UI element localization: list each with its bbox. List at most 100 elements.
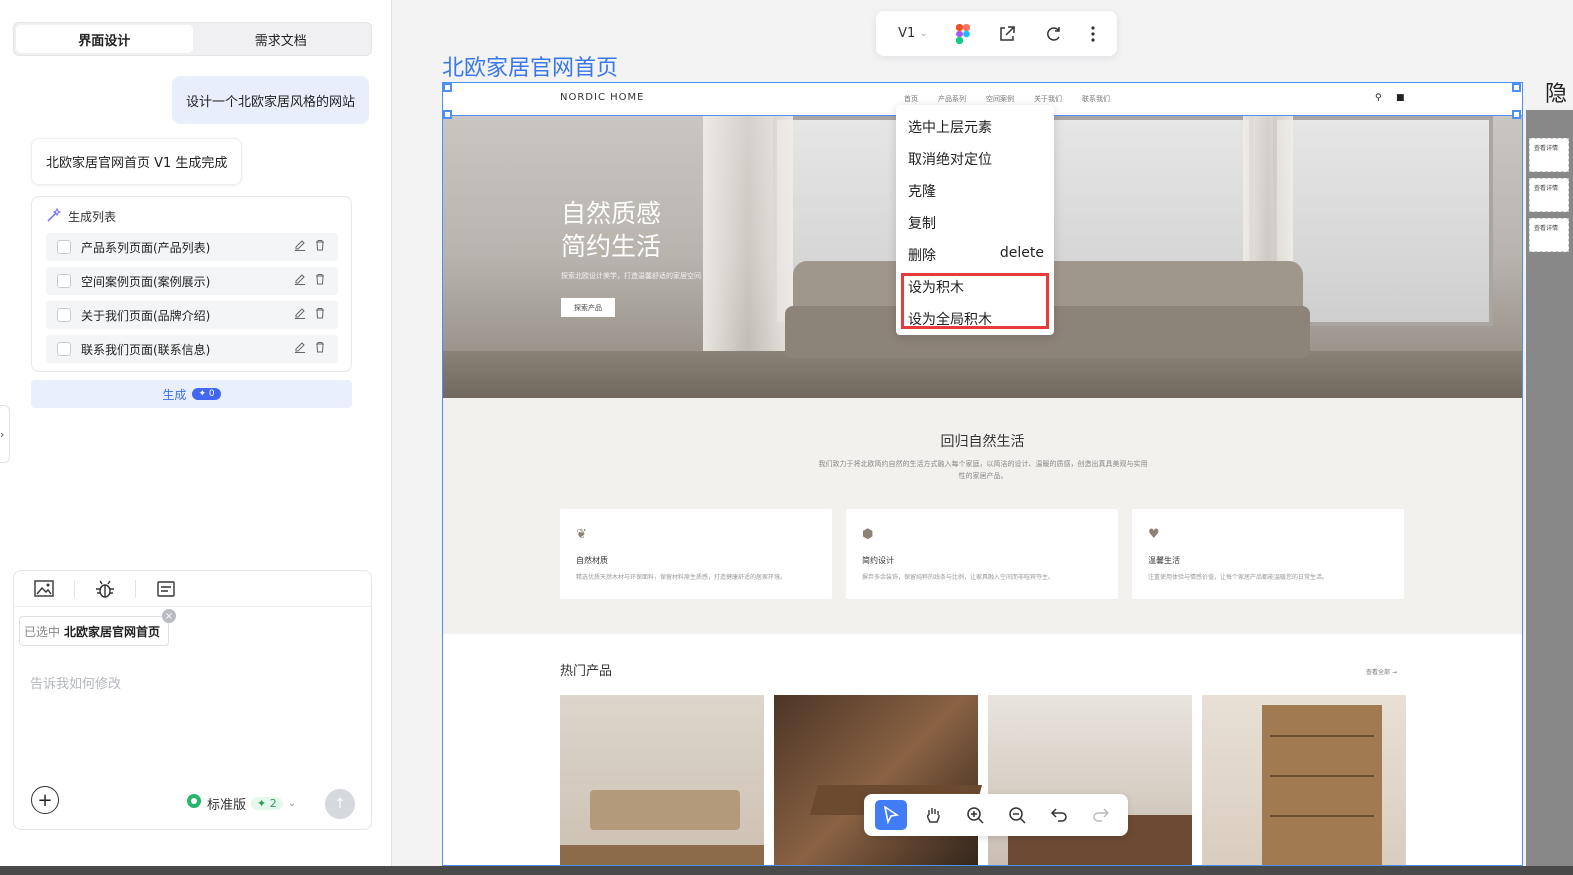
toolbar-divider	[135, 579, 136, 598]
model-version-selector[interactable]: 标准版 ✦ 2 ⌄	[186, 793, 296, 813]
menu-item-delete[interactable]: 删除 delete	[908, 245, 1044, 265]
hero-window-image	[1273, 116, 1493, 326]
feature-desc: 摒弃多余装饰，保留纯粹的线条与比例，让家具融入空间而非喧宾夺主。	[862, 574, 1055, 581]
search-icon[interactable]: ⚲	[1375, 93, 1382, 103]
heart-icon: ♥	[1148, 527, 1160, 542]
checkbox[interactable]	[57, 308, 71, 322]
select-tool-button[interactable]	[875, 800, 907, 830]
zoom-out-button[interactable]	[1001, 800, 1033, 830]
list-item-label: 联系我们页面(联系信息)	[81, 342, 211, 357]
send-button[interactable]: ↑	[325, 789, 355, 819]
preview-card[interactable]: 查看详情	[1529, 178, 1569, 212]
hide-toggle[interactable]: 隐	[1545, 76, 1567, 108]
view-all-link[interactable]: 查看全部 →	[1366, 667, 1397, 676]
document-list-icon[interactable]	[150, 576, 182, 602]
site-nav-links: 首页 产品系列 空间案例 关于我们 联系我们	[904, 94, 1110, 104]
hand-tool-button[interactable]	[917, 800, 949, 830]
redo-button[interactable]	[1085, 800, 1117, 830]
explore-products-button[interactable]: 探索产品	[561, 298, 615, 317]
list-item-label: 空间案例页面(案例展示)	[81, 274, 211, 289]
nav-link[interactable]: 关于我们	[1034, 94, 1062, 104]
tab-requirements-doc[interactable]: 需求文档	[193, 25, 370, 53]
bug-icon[interactable]	[89, 576, 121, 602]
edit-icon[interactable]	[294, 239, 306, 254]
nav-link[interactable]: 联系我们	[1082, 94, 1110, 104]
figma-icon[interactable]	[955, 23, 970, 44]
refresh-icon[interactable]	[1045, 25, 1063, 43]
feature-title: 自然材质	[576, 556, 608, 565]
shelf-line	[1270, 735, 1374, 737]
generation-list: 生成列表 产品系列页面(产品列表) 空间案例页面(案例展示) 关于我们页面(品牌…	[31, 196, 352, 372]
model-logo-icon	[186, 793, 202, 813]
checkbox[interactable]	[57, 240, 71, 254]
edit-icon[interactable]	[294, 307, 306, 322]
list-item-label: 关于我们页面(品牌介绍)	[81, 308, 211, 323]
panel-tabs: 界面设计 需求文档	[13, 22, 372, 56]
edit-icon[interactable]	[294, 273, 306, 288]
tab-ui-design[interactable]: 界面设计	[16, 25, 193, 53]
feature-title: 温馨生活	[1148, 556, 1180, 565]
cube-icon: ⬢	[862, 527, 874, 542]
resize-handle[interactable]	[443, 110, 452, 119]
arrow-up-icon: ↑	[334, 796, 346, 812]
nav-link[interactable]: 空间案例	[986, 94, 1014, 104]
more-icon[interactable]	[1091, 25, 1095, 42]
resize-handle[interactable]	[1512, 83, 1521, 92]
list-item-label: 产品系列页面(产品列表)	[81, 240, 211, 255]
menu-item-clone[interactable]: 克隆	[908, 181, 1044, 201]
preview-card[interactable]: 查看详情	[1529, 218, 1569, 252]
remove-chip-button[interactable]: ×	[162, 609, 176, 623]
version-dropdown[interactable]: V1 ⌄	[898, 26, 928, 41]
resize-handle[interactable]	[1512, 110, 1521, 119]
composer-toolbar	[14, 571, 371, 607]
list-item: 联系我们页面(联系信息)	[46, 335, 338, 363]
product-image-bed[interactable]	[988, 695, 1192, 865]
preview-card[interactable]: 查看详情	[1529, 138, 1569, 172]
values-description: 我们致力于将北欧简约自然的生活方式融入每个家庭，以简洁的设计、温暖的质感，创造出…	[818, 460, 1148, 480]
checkbox[interactable]	[57, 274, 71, 288]
site-brand: NORDIC HOME	[560, 92, 645, 103]
selected-element-chip: 已选中 北欧家居官网首页	[19, 616, 170, 646]
trash-icon[interactable]	[314, 239, 326, 254]
values-title: 回归自然生活	[940, 434, 1025, 450]
cart-icon[interactable]: ■	[1396, 93, 1405, 103]
undo-button[interactable]	[1043, 800, 1075, 830]
credit-badge: ✦ 0	[192, 388, 221, 400]
model-version-label: 标准版	[207, 797, 247, 813]
shelf-shape	[1262, 705, 1382, 865]
trash-icon[interactable]	[314, 307, 326, 322]
redo-icon	[1093, 808, 1110, 822]
list-item: 空间案例页面(案例展示)	[46, 267, 338, 295]
trash-icon[interactable]	[314, 341, 326, 356]
nav-link[interactable]: 产品系列	[938, 94, 966, 104]
menu-item-select-parent[interactable]: 选中上层元素	[908, 117, 1044, 137]
collapse-handle[interactable]: ›	[0, 405, 10, 463]
values-section: 回归自然生活 我们致力于将北欧简约自然的生活方式融入每个家庭，以简洁的设计、温暖…	[443, 398, 1522, 634]
bot-message: 北欧家居官网首页 V1 生成完成	[31, 138, 243, 185]
zoom-in-button[interactable]	[959, 800, 991, 830]
prompt-input[interactable]: 告诉我如何修改	[30, 673, 121, 692]
resize-handle[interactable]	[443, 83, 452, 92]
generate-button[interactable]: 生成 ✦ 0	[31, 380, 352, 408]
feature-card: ❦ 自然材质 精选优质天然木材与环保面料，保留材料原生质感，打造健康舒适的居家环…	[560, 509, 832, 599]
hand-icon	[926, 808, 940, 823]
page-title[interactable]: 北欧家居官网首页	[442, 50, 618, 82]
undo-icon	[1050, 808, 1067, 822]
product-image-table[interactable]	[774, 695, 983, 865]
trash-icon[interactable]	[314, 273, 326, 288]
nav-link[interactable]: 首页	[904, 94, 918, 104]
edit-icon[interactable]	[294, 341, 306, 356]
product-image-sofa[interactable]	[560, 695, 764, 865]
checkbox[interactable]	[57, 342, 71, 356]
menu-item-cancel-absolute[interactable]: 取消绝对定位	[908, 149, 1044, 169]
chevron-right-icon: ›	[0, 427, 5, 441]
menu-item-copy[interactable]: 复制	[908, 213, 1044, 233]
composer: 已选中 北欧家居官网首页 × 告诉我如何修改 + 标准版 ✦ 2 ⌄ ↑	[13, 570, 372, 830]
magic-wand-icon	[46, 207, 62, 226]
model-credit-badge: ✦ 2	[251, 796, 283, 810]
version-label: V1	[898, 26, 916, 41]
add-attachment-button[interactable]: +	[31, 786, 59, 814]
share-icon[interactable]	[998, 25, 1016, 43]
image-upload-icon[interactable]	[28, 576, 60, 602]
product-image-shelf[interactable]	[1202, 695, 1406, 865]
